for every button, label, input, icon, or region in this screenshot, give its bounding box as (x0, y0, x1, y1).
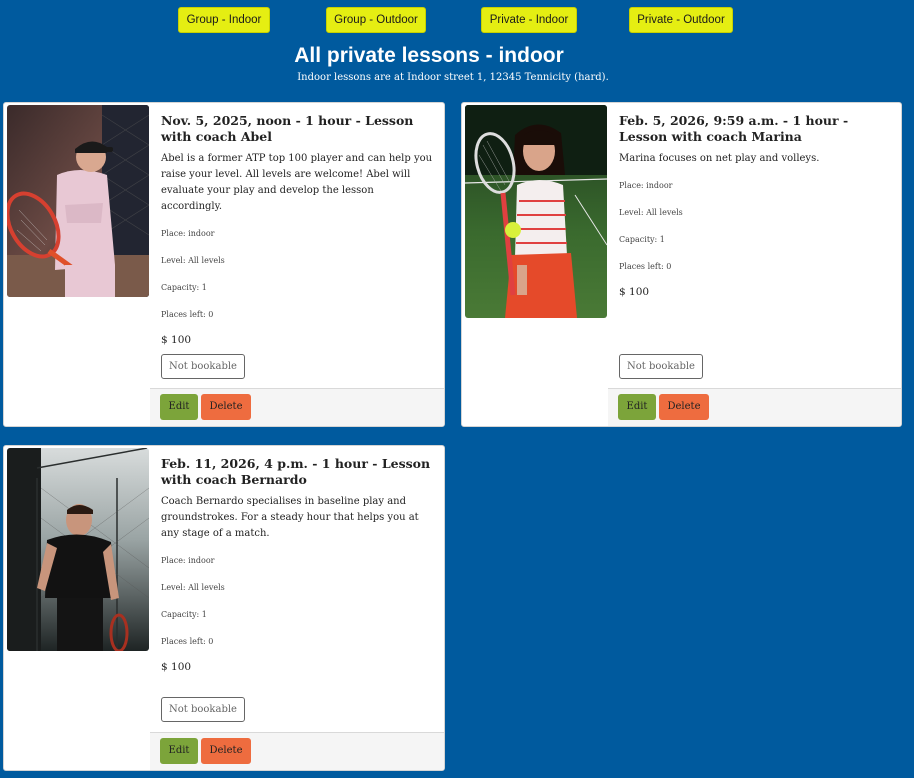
lesson-level: Level: All levels (161, 583, 225, 592)
edit-button[interactable]: Edit (618, 394, 656, 420)
not-bookable-button[interactable]: Not bookable (161, 697, 245, 722)
lesson-places-left: Places left: 0 (161, 637, 214, 646)
delete-button[interactable]: Delete (201, 394, 251, 420)
lesson-description: Marina focuses on net play and volleys. (619, 153, 820, 164)
lesson-price: $ 100 (161, 661, 192, 673)
nav-group-indoor-button[interactable]: Group - Indoor (178, 7, 270, 33)
lesson-places-left: Places left: 0 (619, 262, 672, 271)
coach-photo-marina (465, 105, 607, 318)
lesson-card-marina: Feb. 5, 2026, 9:59 a.m. - 1 hour - Lesso… (461, 102, 902, 427)
nav-group-outdoor-button[interactable]: Group - Outdoor (326, 7, 426, 33)
lesson-capacity: Capacity: 1 (161, 283, 207, 292)
lesson-price: $ 100 (619, 286, 650, 298)
nav-private-outdoor-button[interactable]: Private - Outdoor (629, 7, 733, 33)
lesson-description: Coach Bernardo specialises in baseline p… (161, 496, 419, 539)
lesson-place: Place: indoor (619, 181, 673, 190)
card-footer: Edit Delete (150, 732, 444, 770)
not-bookable-button[interactable]: Not bookable (619, 354, 703, 379)
page-title: All private lessons - indoor (294, 44, 564, 67)
page-subtitle: Indoor lessons are at Indoor street 1, 1… (297, 72, 609, 83)
lesson-places-left: Places left: 0 (161, 310, 214, 319)
lesson-card-body: Nov. 5, 2025, noon - 1 hour - Lesson wit… (161, 113, 436, 346)
lesson-card-abel: Nov. 5, 2025, noon - 1 hour - Lesson wit… (3, 102, 445, 427)
edit-button[interactable]: Edit (160, 738, 198, 764)
top-nav: Group - Indoor Group - Outdoor Private -… (0, 7, 914, 34)
coach-photo-bernardo (7, 448, 149, 651)
delete-button[interactable]: Delete (201, 738, 251, 764)
lesson-title: Nov. 5, 2025, noon - 1 hour - Lesson wit… (161, 113, 414, 144)
nav-private-indoor-button[interactable]: Private - Indoor (481, 7, 577, 33)
lesson-price: $ 100 (161, 334, 192, 346)
edit-button[interactable]: Edit (160, 394, 198, 420)
lesson-place: Place: indoor (161, 229, 215, 238)
delete-button[interactable]: Delete (659, 394, 709, 420)
lesson-card-body: Feb. 5, 2026, 9:59 a.m. - 1 hour - Lesso… (619, 113, 893, 298)
card-footer: Edit Delete (150, 388, 444, 426)
lesson-title: Feb. 11, 2026, 4 p.m. - 1 hour - Lesson … (161, 456, 431, 487)
lesson-description: Abel is a former ATP top 100 player and … (161, 153, 433, 212)
lesson-title: Feb. 5, 2026, 9:59 a.m. - 1 hour - Lesso… (619, 113, 849, 144)
lesson-level: Level: All levels (161, 256, 225, 265)
lesson-card-body: Feb. 11, 2026, 4 p.m. - 1 hour - Lesson … (161, 456, 436, 673)
coach-photo-abel (7, 105, 149, 297)
lesson-card-bernardo: Feb. 11, 2026, 4 p.m. - 1 hour - Lesson … (3, 445, 445, 771)
lesson-capacity: Capacity: 1 (161, 610, 207, 619)
card-footer: Edit Delete (608, 388, 901, 426)
lesson-level: Level: All levels (619, 208, 683, 217)
not-bookable-button[interactable]: Not bookable (161, 354, 245, 379)
lesson-place: Place: indoor (161, 556, 215, 565)
lesson-capacity: Capacity: 1 (619, 235, 665, 244)
